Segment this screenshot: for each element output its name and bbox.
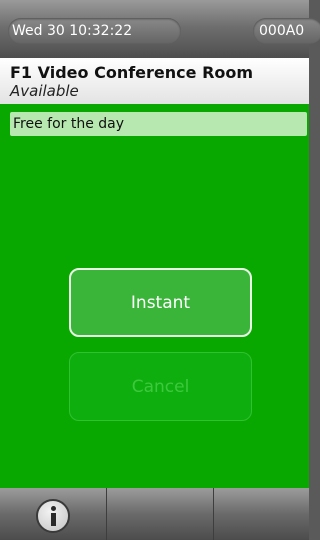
top-bar: Wed 30 10:32:22 000A0	[0, 0, 320, 58]
availability-panel: Free for the day Instant Cancel	[0, 104, 309, 488]
info-icon[interactable]	[36, 499, 70, 533]
room-status: Available	[10, 82, 79, 100]
room-name: F1 Video Conference Room	[10, 63, 254, 82]
toolbar-slot-info[interactable]	[0, 488, 107, 540]
bottom-toolbar	[0, 488, 309, 540]
instant-booking-button[interactable]: Instant	[69, 268, 252, 337]
toolbar-slot-2[interactable]	[107, 488, 214, 540]
room-header: F1 Video Conference Room Available	[0, 58, 309, 104]
device-id-display: 000A0	[253, 18, 320, 44]
toolbar-slot-3[interactable]	[214, 488, 309, 540]
free-status-bar: Free for the day	[10, 112, 307, 136]
datetime-display: Wed 30 10:32:22	[8, 18, 181, 44]
cancel-button[interactable]: Cancel	[69, 352, 252, 421]
